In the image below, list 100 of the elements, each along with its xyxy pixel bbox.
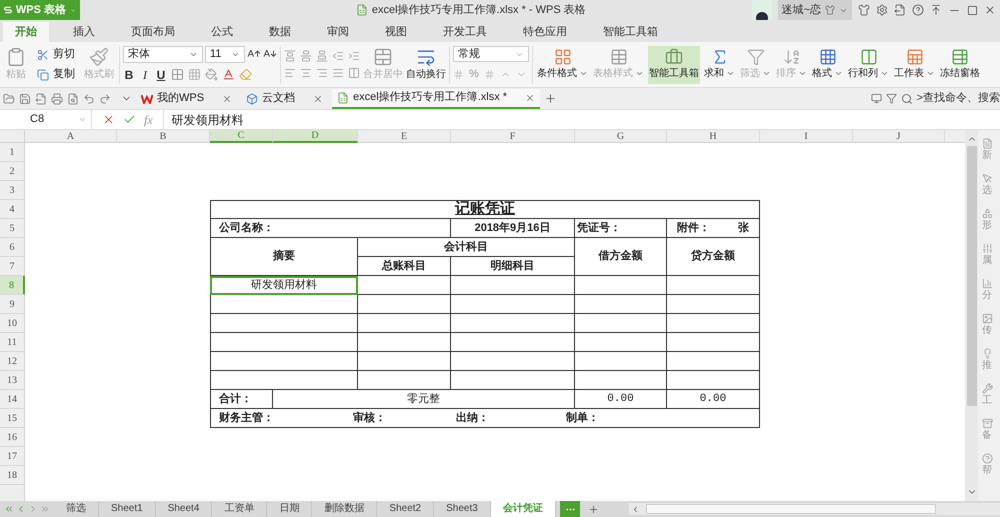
sheet-tab[interactable]: 筛选 (54, 501, 99, 517)
table-cell[interactable] (210, 371, 358, 390)
toolbar-button[interactable]: 条件格式 (536, 46, 589, 84)
ribbon-tab[interactable]: 插入 (61, 22, 107, 42)
undo-icon[interactable] (83, 92, 95, 104)
ribbon-tab[interactable]: 特色应用 (511, 22, 579, 42)
table-cell[interactable]: 研发领用材料 (210, 276, 358, 295)
table-cell[interactable] (575, 352, 667, 371)
row-header[interactable]: 18 (0, 466, 25, 485)
sheet-tab[interactable]: 删除数据 (312, 501, 378, 517)
export-icon[interactable] (35, 92, 47, 104)
table-cell[interactable] (575, 333, 667, 352)
document-tab[interactable]: excel操作技巧专用工作簿.xlsx * (332, 88, 540, 108)
column-header[interactable]: B (117, 130, 210, 143)
table-cell[interactable] (358, 371, 451, 390)
row-header[interactable]: 7 (0, 257, 25, 276)
fill-icon[interactable] (205, 68, 218, 81)
toolbar-button[interactable]: 工作表 (893, 46, 936, 84)
row-header[interactable]: 15 (0, 409, 25, 428)
skin-icon[interactable] (858, 4, 870, 16)
wrap-text-button[interactable]: 自动换行 (406, 47, 446, 82)
redo-icon[interactable] (99, 92, 111, 104)
ribbon-tab[interactable]: 开发工具 (431, 22, 499, 42)
maximize-icon[interactable] (967, 4, 978, 16)
table-cell[interactable] (667, 371, 760, 390)
vertical-scrollbar[interactable] (965, 130, 978, 501)
column-header[interactable]: A (25, 130, 117, 143)
formula-field[interactable]: 研发领用材料 (162, 110, 1000, 129)
row-header[interactable]: 9 (0, 295, 25, 314)
row-header[interactable]: 16 (0, 428, 25, 447)
sheet-tab[interactable]: Sheet2 (377, 501, 434, 517)
font-style-button[interactable]: B (123, 66, 135, 84)
table-cell[interactable] (451, 295, 575, 314)
document-tab[interactable]: 我的WPS (136, 88, 238, 108)
column-header[interactable]: H (667, 130, 760, 143)
row-header[interactable]: 6 (0, 238, 25, 257)
save-icon[interactable] (19, 92, 31, 104)
sheet-tab[interactable]: 会计凭证 (490, 501, 556, 517)
table-cell[interactable] (358, 276, 451, 295)
table-cell[interactable] (210, 352, 358, 371)
ribbon-tab[interactable]: 页面布局 (119, 22, 187, 42)
name-box[interactable]: C8 (0, 110, 92, 129)
table-cell[interactable] (451, 276, 575, 295)
table-cell[interactable] (451, 314, 575, 333)
table-cell[interactable] (358, 295, 451, 314)
add-tab-icon[interactable] (544, 92, 558, 105)
toolbar-button[interactable]: 智能工具箱 (648, 46, 700, 84)
row-header[interactable]: 12 (0, 352, 25, 371)
screen-icon[interactable] (870, 93, 882, 104)
row-header[interactable]: 1 (0, 143, 25, 162)
table-cell[interactable] (210, 333, 358, 352)
close-icon[interactable] (222, 94, 232, 104)
horizontal-scrollbar[interactable] (629, 503, 1000, 515)
table-cell[interactable] (451, 352, 575, 371)
table-cell[interactable] (451, 333, 575, 352)
preview-icon[interactable] (67, 92, 79, 104)
table-cell[interactable] (667, 295, 760, 314)
column-header[interactable]: J (853, 130, 945, 143)
row-header[interactable]: 5 (0, 219, 25, 238)
font-name-field[interactable]: 宋体 (123, 46, 203, 62)
ribbon-tab[interactable]: 开始 (3, 22, 49, 42)
help-icon[interactable] (912, 4, 924, 16)
collapse-icon[interactable] (930, 4, 942, 16)
table-cell[interactable] (358, 333, 451, 352)
settings-icon[interactable] (876, 4, 888, 16)
cancel-icon[interactable] (102, 113, 115, 126)
table-cell[interactable] (667, 314, 760, 333)
row-header[interactable]: 4 (0, 200, 25, 219)
table-cell[interactable] (575, 295, 667, 314)
column-header[interactable]: E (358, 130, 451, 143)
cell-style-icon[interactable] (188, 68, 201, 81)
print-icon[interactable] (51, 92, 63, 104)
ribbon-tab[interactable]: 公式 (199, 22, 245, 42)
toolbar-button[interactable]: 行和列 (847, 46, 890, 84)
number-format-field[interactable]: 常规 (453, 46, 529, 62)
document-tab[interactable]: 云文档 (241, 88, 328, 108)
row-header[interactable]: 3 (0, 181, 25, 200)
cut-button[interactable]: 剪切 (33, 44, 79, 64)
table-cell[interactable] (667, 352, 760, 371)
sheet-tab[interactable]: 日期 (267, 501, 312, 517)
column-header[interactable]: G (575, 130, 667, 143)
ribbon-tab[interactable]: 审阅 (315, 22, 361, 42)
row-header[interactable]: 14 (0, 390, 25, 409)
toolbar-button[interactable]: 格式 (811, 46, 844, 84)
table-cell[interactable] (210, 295, 358, 314)
toolbar-button[interactable]: 冻结窗格 (939, 46, 981, 84)
font-color-icon[interactable] (222, 68, 235, 81)
table-cell[interactable] (667, 333, 760, 352)
table-cell[interactable] (575, 314, 667, 333)
table-cell[interactable] (451, 371, 575, 390)
row-header[interactable]: 13 (0, 371, 25, 390)
table-cell[interactable] (575, 371, 667, 390)
user-menu[interactable]: 迷城~恋 (778, 0, 852, 20)
folder-icon[interactable] (3, 92, 15, 104)
row-header[interactable]: 10 (0, 314, 25, 333)
scroll-thumb[interactable] (646, 504, 936, 514)
row-header[interactable]: 2 (0, 162, 25, 181)
command-search-field[interactable]: >查找命令、搜索 (900, 90, 1000, 107)
ribbon-tab[interactable]: 智能工具箱 (591, 22, 670, 42)
border-icon[interactable] (171, 68, 184, 81)
